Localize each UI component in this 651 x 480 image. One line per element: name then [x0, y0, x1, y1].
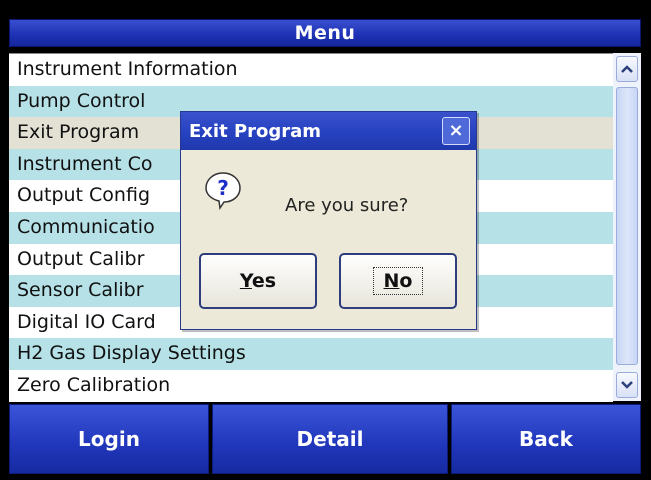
close-icon: ×	[448, 120, 464, 141]
yes-button[interactable]: Yes	[199, 253, 317, 309]
dialog-title-bar: Exit Program ×	[181, 112, 476, 150]
no-button[interactable]: No	[339, 253, 457, 309]
login-button[interactable]: Login	[9, 404, 209, 474]
menu-scrollbar[interactable]	[613, 53, 641, 401]
footer-button-bar: Login Detail Back	[9, 404, 641, 474]
menu-item-h2-gas-display-settings[interactable]: H2 Gas Display Settings	[9, 338, 613, 370]
dialog-message: Are you sure?	[285, 195, 409, 216]
yes-label: es	[251, 270, 277, 292]
menu-item-zero-calibration[interactable]: Zero Calibration	[9, 370, 613, 402]
scroll-thumb[interactable]	[616, 87, 638, 365]
scroll-down-button[interactable]	[616, 372, 638, 398]
chevron-down-icon	[621, 381, 633, 389]
no-label: o	[399, 270, 413, 292]
yes-accelerator: Y	[239, 270, 252, 292]
back-button[interactable]: Back	[451, 404, 641, 474]
no-accelerator: N	[383, 270, 400, 292]
menu-item-instrument-information[interactable]: Instrument Information	[9, 54, 613, 86]
scroll-up-button[interactable]	[616, 56, 638, 82]
dialog-title: Exit Program	[189, 120, 322, 142]
close-button[interactable]: ×	[442, 117, 470, 145]
svg-text:?: ?	[217, 176, 229, 200]
question-icon: ?	[205, 172, 241, 210]
chevron-up-icon	[621, 65, 633, 73]
exit-program-dialog: Exit Program × ? Are you sure? Yes No	[180, 111, 477, 330]
detail-button[interactable]: Detail	[212, 404, 448, 474]
menu-title-bar: Menu	[9, 19, 641, 47]
menu-title: Menu	[294, 22, 356, 44]
